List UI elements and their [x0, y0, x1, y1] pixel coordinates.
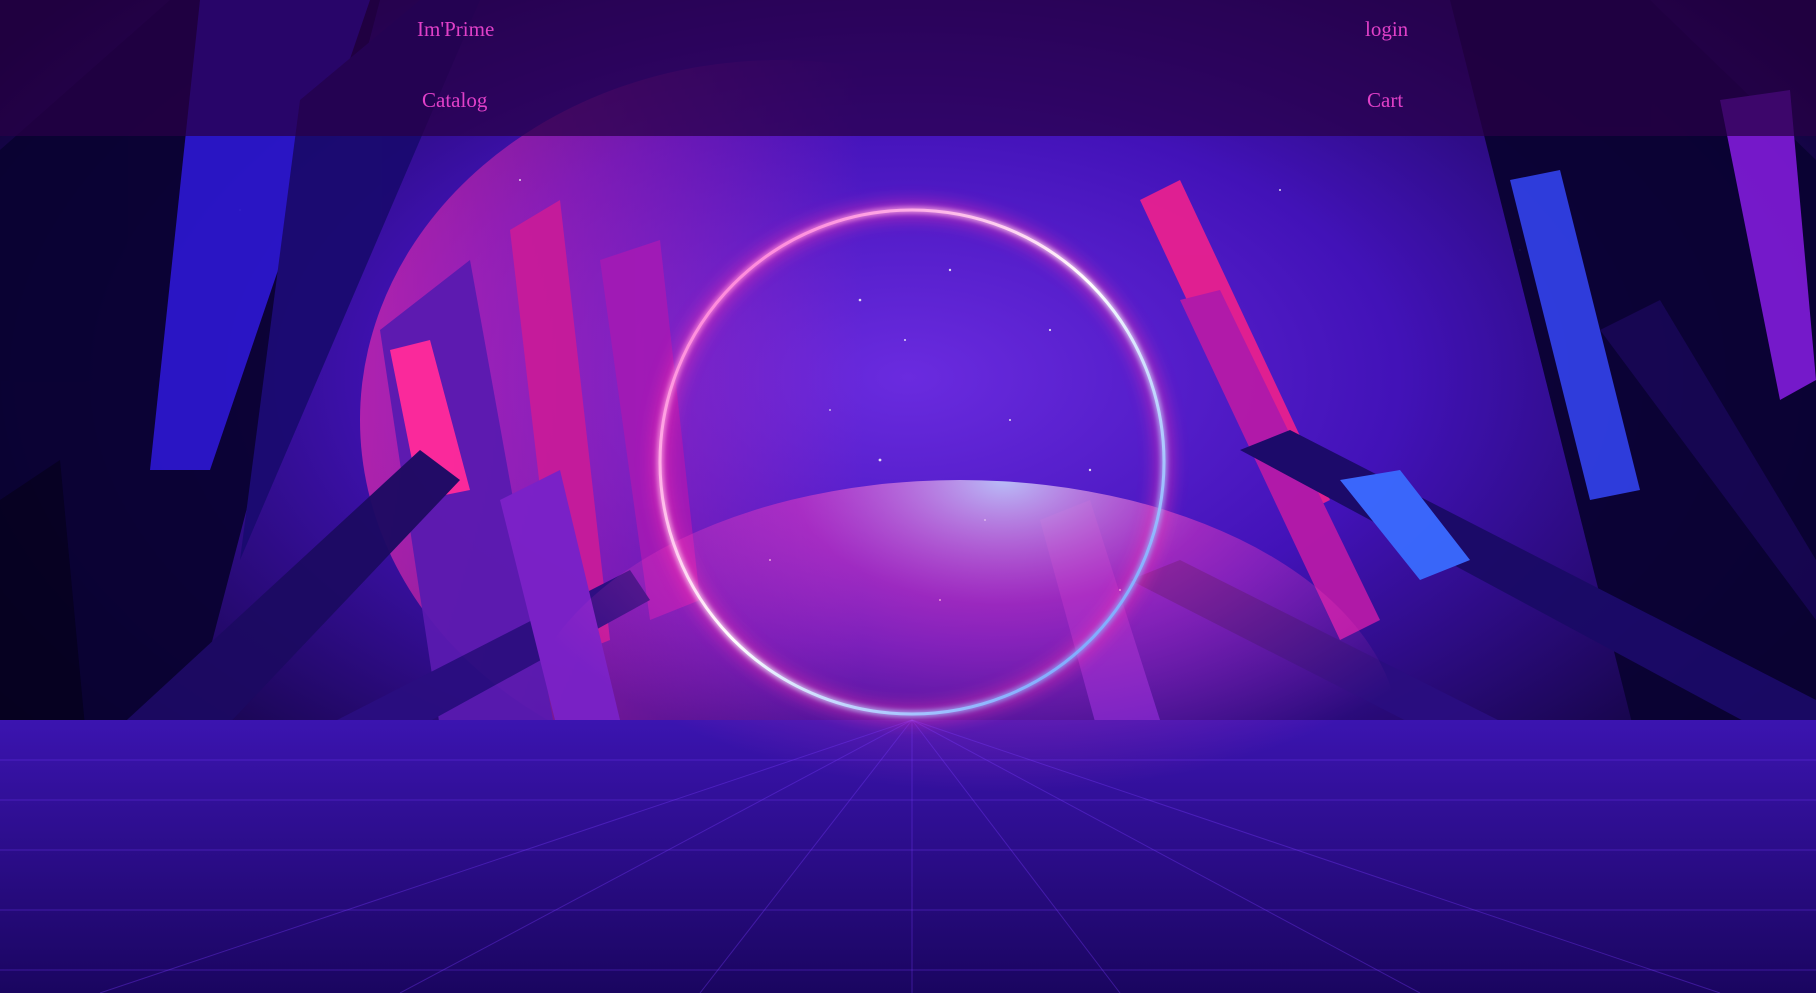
login-link[interactable]: login: [1365, 19, 1408, 40]
cart-link[interactable]: Cart: [1367, 90, 1403, 111]
hero-background: [0, 0, 1816, 993]
catalog-link[interactable]: Catalog: [422, 90, 487, 111]
brand-link[interactable]: Im'Prime: [417, 19, 494, 40]
neon-ring-scene: [0, 0, 1816, 993]
top-navigation: Im'Prime login Catalog Cart: [0, 0, 1816, 136]
